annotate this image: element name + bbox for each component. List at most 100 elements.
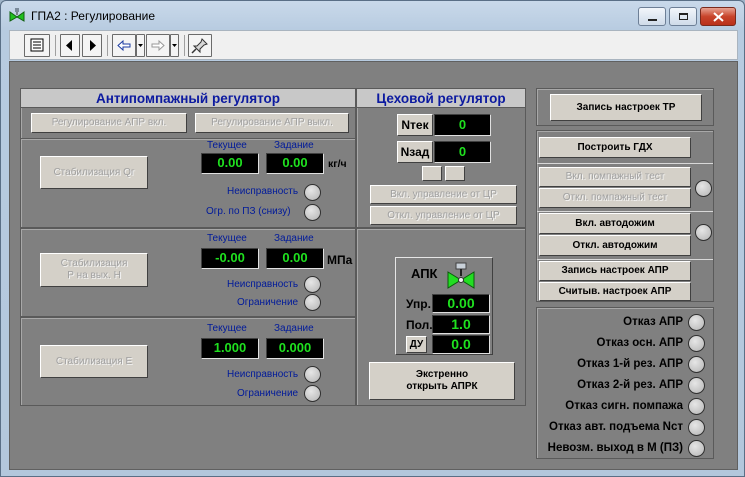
- fault-label: Неисправность: [227, 279, 299, 290]
- menu-list-button[interactable]: [24, 34, 50, 57]
- window: ГПА2 : Регулирование Антипомпажный регул…: [0, 0, 745, 477]
- current-label: Текущее: [207, 233, 247, 244]
- stab-p-button-label: Стабилизация Р на вых. Н: [60, 258, 128, 281]
- shop-ctrl-on-button[interactable]: Вкл. управление от ЦР: [370, 185, 517, 204]
- surge-test-off-button[interactable]: Откл. помпажный тест: [539, 188, 691, 208]
- emergency-open-label: Экстренно открыть АПРК: [406, 369, 478, 392]
- qg-fault-lamp: [304, 184, 321, 201]
- setpoint-label: Задание: [274, 140, 314, 151]
- apr-on-button[interactable]: Регулирование АПР вкл.: [31, 113, 187, 133]
- fault-label-1: Отказ осн. АПР: [596, 337, 683, 349]
- limit-label: Огр. по ПЗ (снизу): [206, 206, 291, 217]
- pin-button[interactable]: [188, 34, 212, 57]
- qg-limit-lamp: [304, 204, 321, 221]
- nzad-label: Nзад: [397, 141, 433, 163]
- stab-qg-button[interactable]: Стабилизация Qг: [40, 156, 148, 189]
- du-label[interactable]: ДУ: [406, 336, 427, 353]
- window-title: ГПА2 : Регулирование: [31, 9, 156, 23]
- ntek-display: 0: [434, 114, 491, 136]
- e-setpoint-display: 0.000: [266, 338, 324, 359]
- close-icon: [713, 12, 724, 22]
- p-current-display: -0.00: [201, 248, 259, 269]
- fault-label-5: Отказ авт. подъема Nст: [549, 421, 683, 433]
- back-button[interactable]: [112, 34, 136, 57]
- fault-label-3: Отказ 2-й рез. АПР: [577, 379, 683, 391]
- fault-label: Неисправность: [227, 186, 299, 197]
- shop-step-down-button[interactable]: [422, 166, 442, 181]
- setpoint-label: Задание: [274, 323, 314, 334]
- build-gdh-button[interactable]: Построить ГДХ: [539, 137, 691, 158]
- tests-panel: Построить ГДХ Вкл. помпажный тест Откл. …: [536, 130, 714, 302]
- apk-title: АПК: [411, 266, 438, 281]
- e-current-display: 1.000: [201, 338, 259, 359]
- ntek-label: Nтек: [397, 114, 433, 136]
- tr-settings-panel: Запись настроек ТР: [536, 88, 714, 126]
- current-label: Текущее: [207, 140, 247, 151]
- pol-display: 1.0: [432, 315, 490, 334]
- apr-off-button[interactable]: Регулирование АПР выкл.: [195, 113, 349, 133]
- valve-icon: [447, 262, 475, 289]
- next-button[interactable]: [82, 34, 102, 57]
- forward-dropdown[interactable]: [170, 34, 179, 57]
- back-dropdown[interactable]: [136, 34, 145, 57]
- minimize-icon: [648, 19, 657, 21]
- fault-label: Неисправность: [227, 369, 299, 380]
- write-tr-settings-button[interactable]: Запись настроек ТР: [550, 94, 702, 121]
- title-bar[interactable]: ГПА2 : Регулирование: [1, 1, 744, 29]
- stab-e-button[interactable]: Стабилизация Е: [40, 345, 148, 378]
- surge-test-lamp: [695, 180, 712, 197]
- shop-regulator-panel: Цеховой регулятор Nтек 0 Nзад 0 Вкл. упр…: [356, 88, 526, 228]
- du-display: 0.0: [432, 335, 490, 354]
- nzad-display: 0: [434, 141, 491, 163]
- valve-app-icon: [9, 8, 25, 22]
- fault-lamp-4: [688, 398, 705, 415]
- minimize-button[interactable]: [638, 7, 666, 26]
- fault-lamp-1: [688, 335, 705, 352]
- write-apr-settings-button[interactable]: Запись настроек АПР: [539, 261, 691, 281]
- surge-test-on-button[interactable]: Вкл. помпажный тест: [539, 167, 691, 187]
- fault-lamp-0: [688, 314, 705, 331]
- forward-button[interactable]: [146, 34, 170, 57]
- close-button[interactable]: [700, 7, 736, 26]
- apk-panel: АПК Упр. 0.00 Пол. 1.0 ДУ 0.0 Экстренно …: [356, 228, 526, 406]
- fault-label-6: Невозм. выход в М (ПЗ): [547, 442, 683, 454]
- fault-lamp-6: [688, 440, 705, 457]
- fault-lamp-5: [688, 419, 705, 436]
- toolbar: [9, 30, 738, 60]
- pol-label: Пол.: [406, 318, 433, 332]
- prev-button[interactable]: [60, 34, 80, 57]
- stab-p-block: Стабилизация Р на вых. Н Текущее Задание…: [20, 228, 356, 317]
- shop-ctrl-off-button[interactable]: Откл. управление от ЦР: [370, 206, 517, 225]
- maximize-icon: [679, 13, 688, 20]
- chevron-down-icon: [138, 44, 143, 47]
- p-fault-lamp: [304, 276, 321, 293]
- p-setpoint-display: 0.00: [266, 248, 324, 269]
- autoclamp-off-button[interactable]: Откл. автодожим: [539, 235, 691, 256]
- pin-icon: [191, 38, 208, 54]
- autoclamp-on-button[interactable]: Вкл. автодожим: [539, 213, 691, 234]
- arrow-left-icon: [117, 39, 131, 52]
- setpoint-label: Задание: [274, 233, 314, 244]
- autoclamp-lamp: [695, 224, 712, 241]
- upr-label: Упр.: [406, 297, 431, 311]
- limit-label: Ограничение: [237, 388, 299, 399]
- read-apr-settings-button[interactable]: Считыв. настроек АПР: [539, 282, 691, 301]
- fault-label-4: Отказ сигн. помпажа: [565, 400, 683, 412]
- faults-panel: Отказ АПР Отказ осн. АПР Отказ 1-й рез. АП…: [536, 307, 714, 459]
- fault-lamp-3: [688, 377, 705, 394]
- upr-display: 0.00: [432, 294, 490, 313]
- shop-step-up-button[interactable]: [445, 166, 465, 181]
- qg-current-display: 0.00: [201, 153, 259, 174]
- qg-setpoint-display: 0.00: [266, 153, 324, 174]
- apk-box: АПК Упр. 0.00 Пол. 1.0 ДУ 0.0: [395, 257, 493, 355]
- e-limit-lamp: [304, 385, 321, 402]
- antisurge-header: Антипомпажный регулятор: [21, 89, 355, 108]
- triangle-right-icon: [90, 40, 96, 51]
- current-label: Текущее: [207, 323, 247, 334]
- maximize-button[interactable]: [669, 7, 697, 26]
- e-fault-lamp: [304, 366, 321, 383]
- stab-p-button[interactable]: Стабилизация Р на вых. Н: [40, 253, 148, 287]
- p-unit: МПа: [327, 253, 353, 267]
- emergency-open-button[interactable]: Экстренно открыть АПРК: [369, 362, 515, 400]
- qg-unit: кг/ч: [328, 158, 347, 170]
